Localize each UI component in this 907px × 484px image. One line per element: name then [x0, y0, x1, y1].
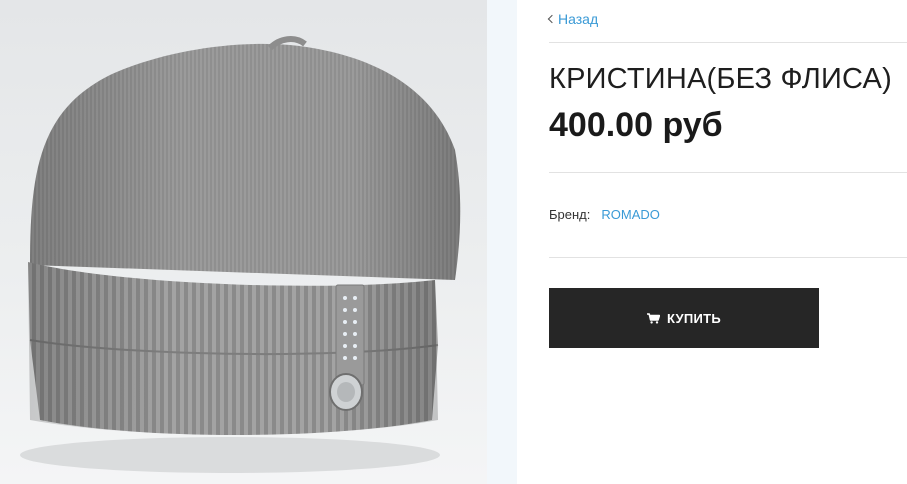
- product-image: [0, 0, 487, 484]
- back-link-label: Назад: [558, 11, 599, 27]
- divider-top: [549, 42, 907, 43]
- brand-label: Бренд:: [549, 207, 591, 222]
- buy-button[interactable]: КУПИТЬ: [549, 288, 819, 348]
- buy-button-label: КУПИТЬ: [666, 310, 722, 326]
- brand-link[interactable]: ROMADO: [601, 207, 660, 222]
- chevron-left-icon: [547, 14, 557, 24]
- product-title: КРИСТИНА(БЕЗ ФЛИСА): [549, 63, 892, 95]
- brand-row: Бренд: ROMADO: [549, 207, 660, 222]
- image-frame-edge: [487, 0, 517, 484]
- back-link[interactable]: Назад: [547, 11, 599, 27]
- cart-icon: [646, 312, 660, 324]
- product-details: Назад КРИСТИНА(БЕЗ ФЛИСА) 400.00 руб Бре…: [547, 0, 907, 484]
- divider-middle: [549, 172, 907, 173]
- divider-bottom: [549, 257, 907, 258]
- product-price: 400.00 руб: [549, 106, 723, 144]
